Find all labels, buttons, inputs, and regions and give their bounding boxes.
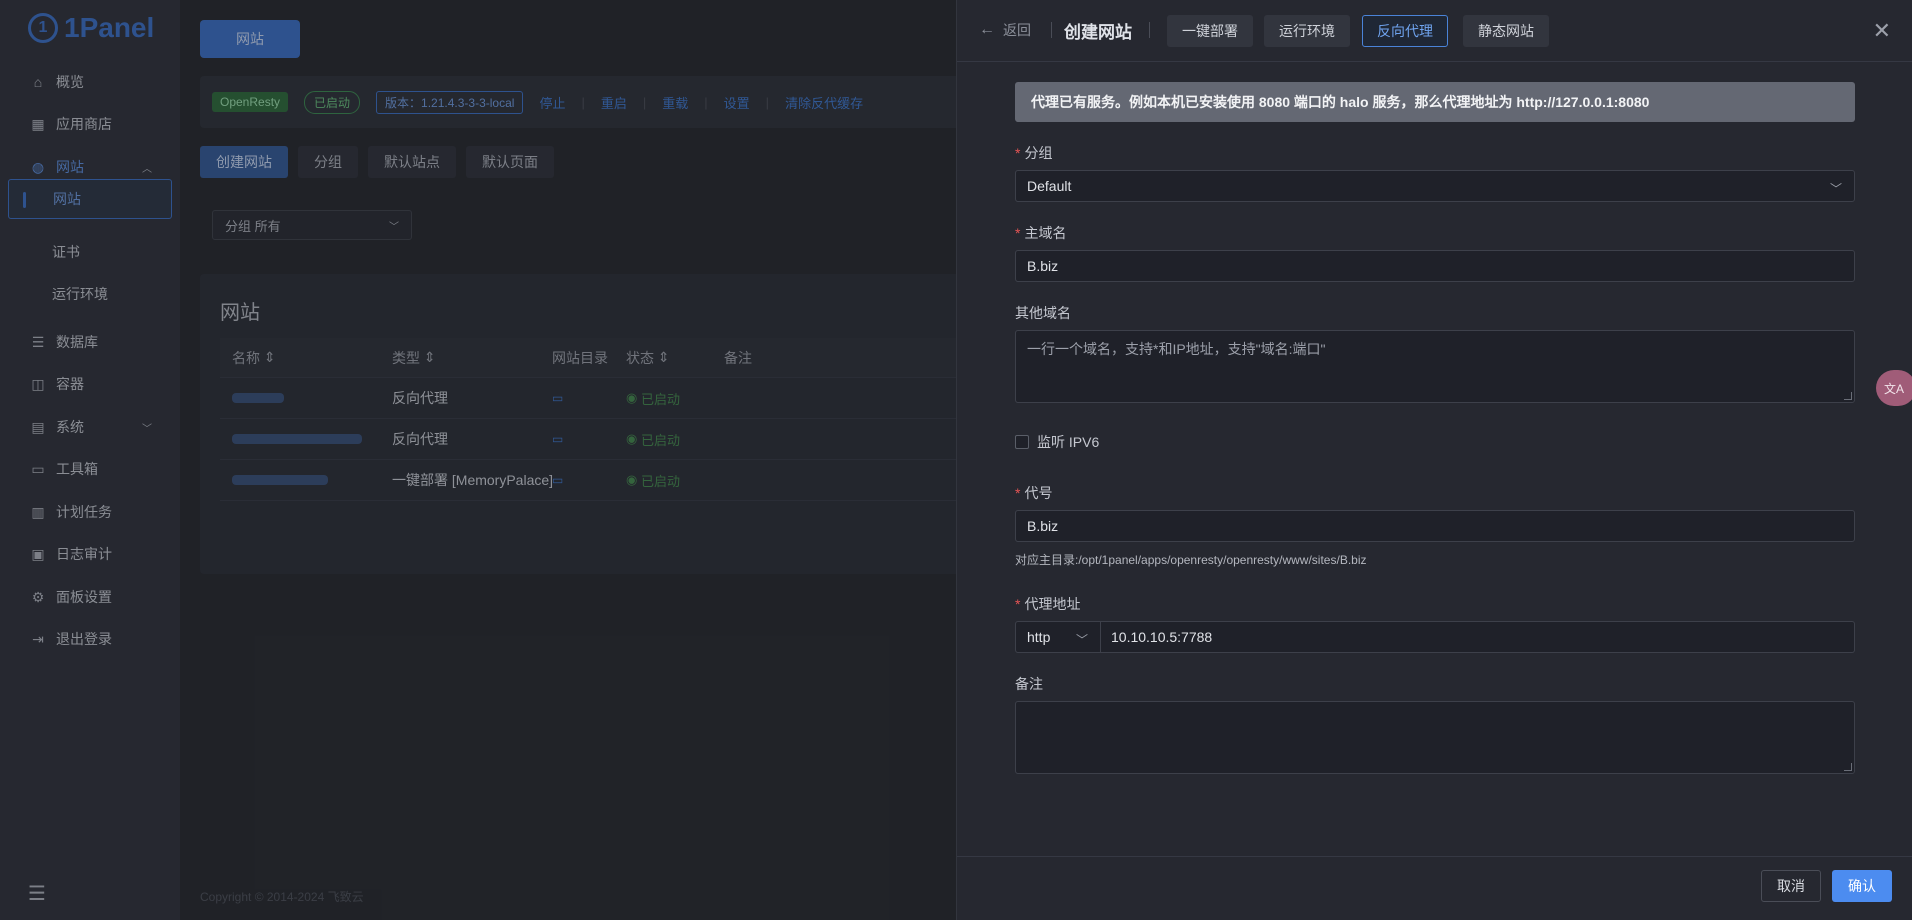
info-alert: 代理已有服务。例如本机已安装使用 8080 端口的 halo 服务，那么代理地址… (1015, 82, 1855, 122)
translate-icon[interactable]: 文A (1876, 370, 1912, 406)
create-website-drawer: ← 返回 创建网站 一键部署 运行环境 反向代理 静态网站 ✕ 代理已有服务。例… (956, 0, 1912, 920)
tab-one-click-deploy[interactable]: 一键部署 (1167, 15, 1253, 47)
drawer-title: 创建网站 (1064, 23, 1132, 42)
close-icon[interactable]: ✕ (1873, 18, 1891, 44)
tab-reverse-proxy[interactable]: 反向代理 (1362, 15, 1448, 47)
chevron-down-icon: ﹀ (1829, 182, 1842, 196)
divider (1149, 22, 1150, 38)
resize-handle[interactable] (1844, 763, 1852, 771)
divider (1051, 22, 1052, 38)
arrow-left-icon: ← (979, 21, 995, 38)
proxy-address-group: http ﹀ 10.10.10.5:7788 (1015, 621, 1855, 653)
cancel-button[interactable]: 取消 (1761, 870, 1821, 902)
remark-textarea[interactable] (1015, 701, 1855, 774)
back-button[interactable]: ← 返回 (979, 20, 1031, 40)
modal-overlay[interactable] (0, 0, 956, 920)
ipv6-checkbox[interactable] (1015, 435, 1029, 449)
alias-hint: 对应主目录:/opt/1panel/apps/openresty/openres… (1015, 553, 1367, 567)
tab-static-site[interactable]: 静态网站 (1463, 15, 1549, 47)
resize-handle[interactable] (1844, 392, 1852, 400)
proxy-protocol-select[interactable]: http ﹀ (1015, 621, 1101, 653)
required-mark: * (1015, 596, 1021, 612)
drawer-footer: 取消 确认 (957, 856, 1912, 920)
required-mark: * (1015, 145, 1021, 161)
alias-input[interactable]: B.biz (1015, 510, 1855, 542)
other-domains-label: 其他域名 (1015, 305, 1071, 321)
tab-runtime[interactable]: 运行环境 (1264, 15, 1350, 47)
required-mark: * (1015, 485, 1021, 501)
confirm-button[interactable]: 确认 (1832, 870, 1892, 902)
drawer-body: 代理已有服务。例如本机已安装使用 8080 端口的 halo 服务，那么代理地址… (957, 62, 1912, 856)
required-mark: * (1015, 225, 1021, 241)
drawer-header: ← 返回 创建网站 一键部署 运行环境 反向代理 静态网站 ✕ (957, 0, 1912, 62)
alias-label: * 代号 (1015, 485, 1053, 501)
group-select[interactable]: Default ﹀ (1015, 170, 1855, 202)
chevron-down-icon: ﹀ (1075, 633, 1088, 647)
proxy-address-label: * 代理地址 (1015, 596, 1081, 612)
proxy-address-input[interactable]: 10.10.10.5:7788 (1101, 621, 1855, 653)
group-label: * 分组 (1015, 145, 1053, 161)
primary-domain-input[interactable]: B.biz (1015, 250, 1855, 282)
ipv6-checkbox-row[interactable]: 监听 IPV6 (1015, 432, 1099, 452)
other-domains-textarea[interactable]: 一行一个域名，支持*和IP地址，支持"域名:端口" (1015, 330, 1855, 403)
remark-label: 备注 (1015, 676, 1043, 692)
primary-domain-label: * 主域名 (1015, 225, 1067, 241)
